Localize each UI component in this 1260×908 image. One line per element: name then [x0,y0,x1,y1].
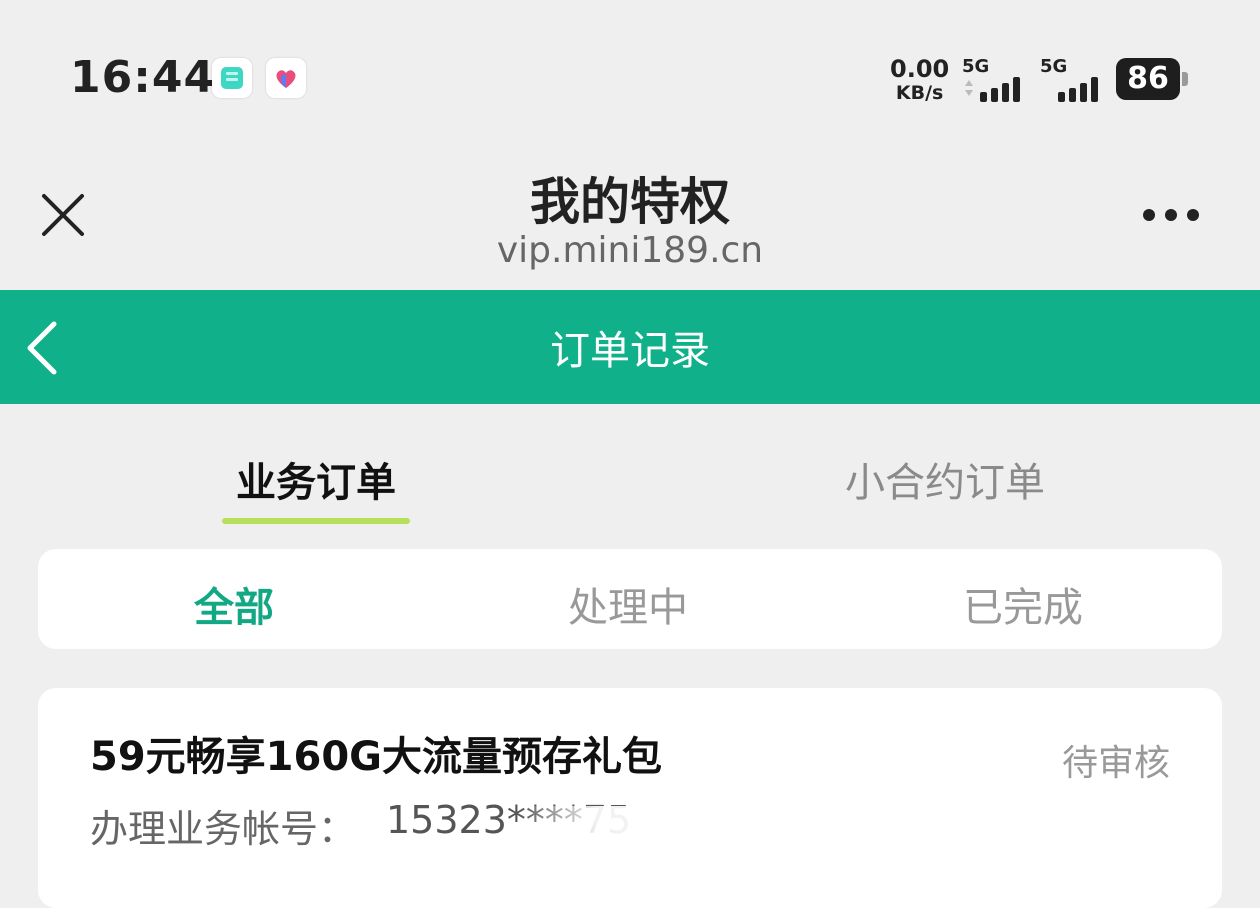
order-status: 待审核 [1061,743,1170,784]
health-app-icon [266,58,306,98]
filter-processing[interactable]: 处理中 [528,575,728,633]
notes-app-icon [212,58,252,98]
order-card[interactable]: 59元畅享160G大流量预存礼包 待审核 办理业务帐号： 15323****75 [38,688,1222,908]
status-bar: 16:44 0.00 KB/s 5G 5G 86 [0,0,1260,150]
order-account-label: 办理业务帐号： [90,807,357,851]
page-title: 我的特权 [530,173,730,231]
redaction-blur [518,806,778,850]
header-title: 订单记录 [550,328,710,374]
order-title: 59元畅享160G大流量预存礼包 [90,734,662,780]
order-filter-bar: 全部 处理中 已完成 [38,549,1222,649]
signal-icon [965,77,1020,102]
filter-all[interactable]: 全部 [134,575,334,633]
page-url: vip.mini189.cn [496,230,764,271]
signal-icon [1058,77,1098,102]
order-header: 订单记录 [0,290,1260,404]
filter-completed[interactable]: 已完成 [923,575,1123,633]
tab-business-orders[interactable]: 业务订单 [222,450,410,508]
active-tab-indicator [222,518,410,524]
status-time: 16:44 [70,52,216,103]
battery-icon: 86 [1116,58,1188,100]
tab-contract-orders[interactable]: 小合约订单 [800,450,1090,508]
network-speed: 0.00 KB/s [890,55,950,104]
more-options-icon[interactable] [1140,206,1202,224]
